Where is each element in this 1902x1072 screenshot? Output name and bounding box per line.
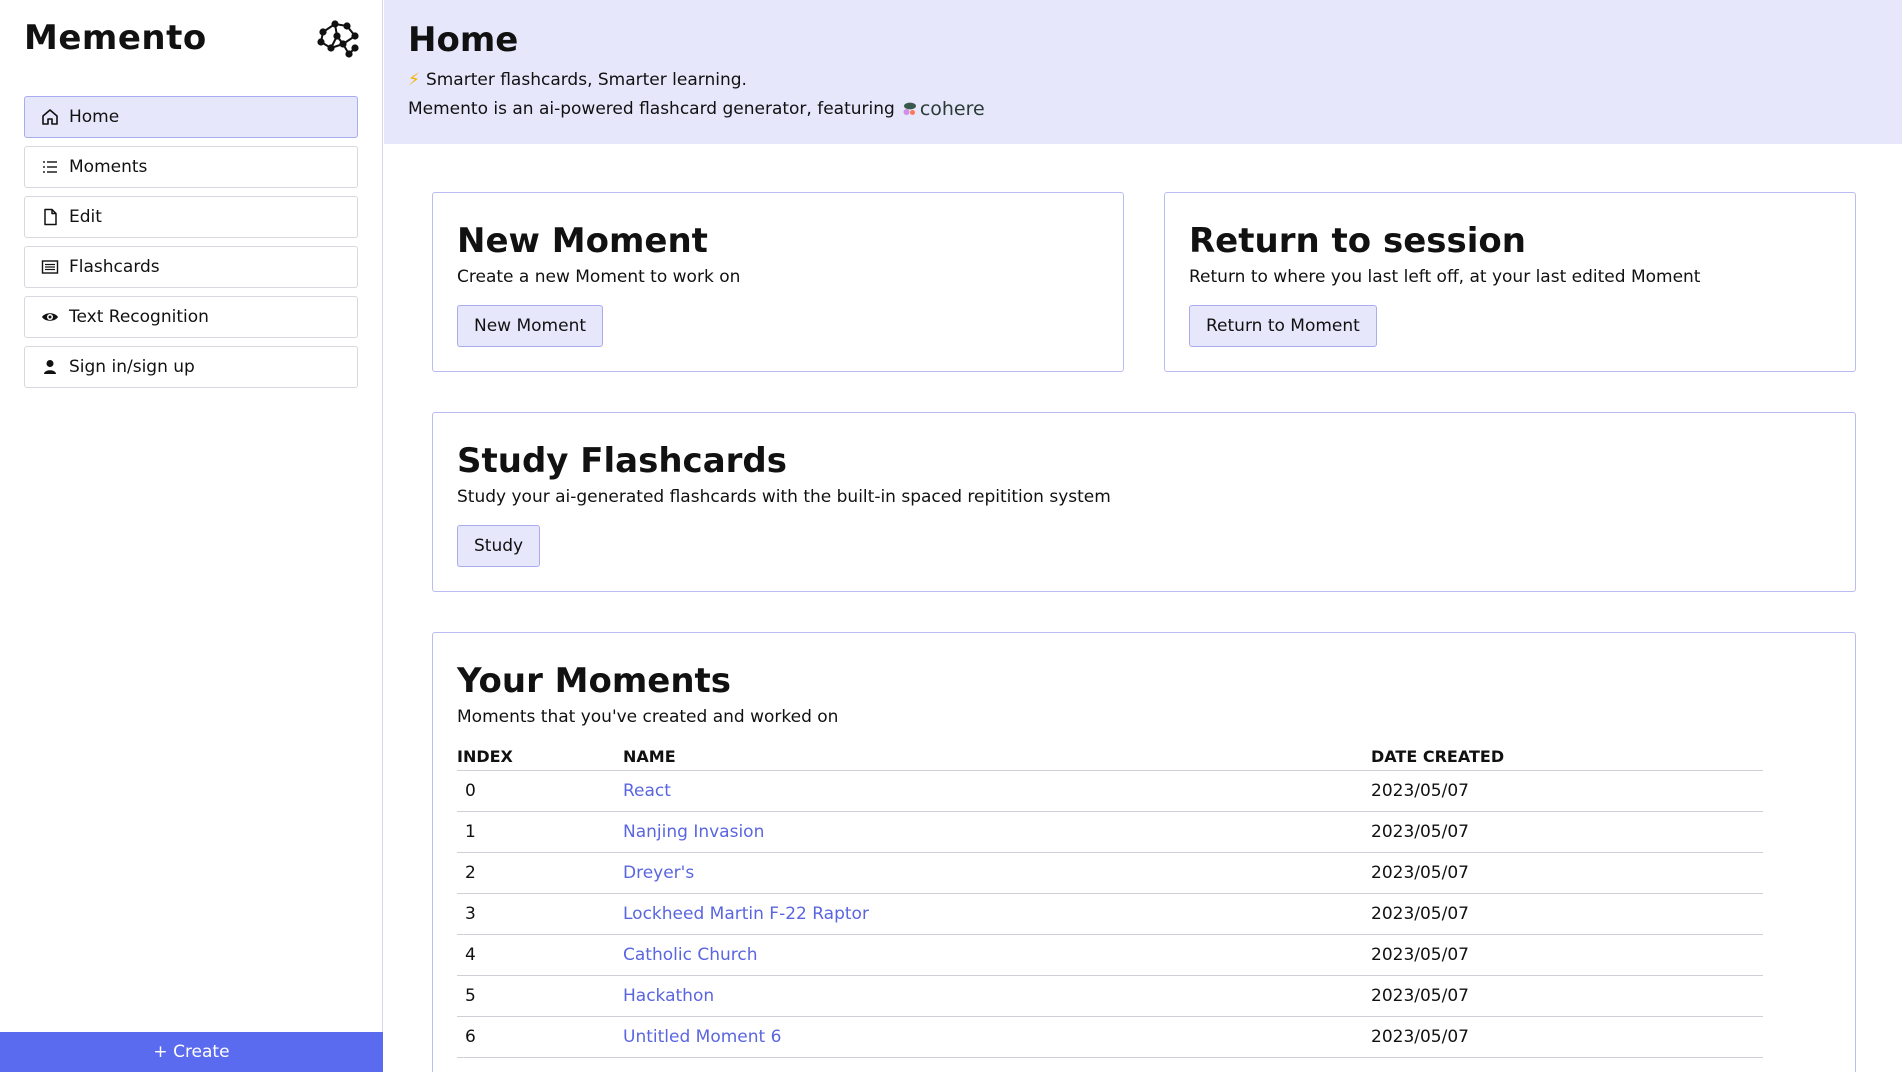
moment-link[interactable]: Dreyer's (623, 863, 694, 883)
tagline: ⚡ Smarter flashcards, Smarter learning. (408, 70, 1878, 90)
study-button[interactable]: Study (457, 525, 541, 567)
sidebar: Memento Home Moments Edit Flashcards Tex… (0, 0, 383, 1072)
new-moment-card: New Moment Create a new Moment to work o… (432, 192, 1124, 372)
home-icon (41, 108, 59, 126)
user-icon (41, 358, 59, 376)
cohere-logo: cohere (903, 98, 985, 120)
brand-title: Memento (24, 18, 207, 58)
sidebar-item-label: Text Recognition (69, 307, 209, 327)
sidebar-item-label: Sign in/sign up (69, 357, 195, 377)
eye-icon (41, 308, 59, 326)
moment-link[interactable]: Hackathon (623, 986, 714, 1006)
sidebar-item-label: Flashcards (69, 257, 160, 277)
card-title: Return to session (1189, 221, 1526, 261)
hero-banner: Home ⚡ Smarter flashcards, Smarter learn… (384, 0, 1902, 144)
moment-link[interactable]: Untitled Moment 6 (623, 1027, 781, 1047)
column-header-name: NAME (623, 745, 1371, 771)
brain-network-icon (317, 20, 359, 58)
return-session-card: Return to session Return to where you la… (1164, 192, 1856, 372)
sidebar-item-edit[interactable]: Edit (24, 196, 358, 238)
row-date: 2023/05/07 (1371, 1016, 1763, 1058)
page-title: Home (408, 20, 519, 60)
table-row: 5 Hackathon 2023/05/07 (457, 975, 1763, 1017)
row-date: 2023/05/07 (1371, 770, 1763, 812)
row-date: 2023/05/07 (1371, 811, 1763, 853)
row-date: 2023/05/07 (1371, 852, 1763, 894)
table-row: 3 Lockheed Martin F-22 Raptor 2023/05/07 (457, 893, 1763, 935)
row-date: 2023/05/07 (1371, 893, 1763, 935)
card-subtitle: Study your ai-generated flashcards with … (457, 487, 1111, 507)
main-content: Home ⚡ Smarter flashcards, Smarter learn… (384, 0, 1902, 1072)
sidebar-item-label: Home (69, 107, 120, 127)
study-card: Study Flashcards Study your ai-generated… (432, 412, 1856, 592)
row-date: 2023/05/07 (1371, 975, 1763, 1017)
moment-link[interactable]: Lockheed Martin F-22 Raptor (623, 904, 869, 924)
table-row: 6 Untitled Moment 6 2023/05/07 (457, 1016, 1763, 1058)
card-subtitle: Create a new Moment to work on (457, 267, 741, 287)
row-date: 2023/05/07 (1371, 934, 1763, 976)
document-icon (41, 208, 59, 226)
list-icon (41, 158, 59, 176)
your-moments-card: Your Moments Moments that you've created… (432, 632, 1856, 1072)
sidebar-item-moments[interactable]: Moments (24, 146, 358, 188)
sidebar-item-home[interactable]: Home (24, 96, 358, 138)
cohere-wordmark: cohere (919, 98, 985, 120)
row-index: 1 (457, 811, 623, 853)
column-header-date: DATE CREATED (1371, 745, 1763, 771)
row-index: 6 (457, 1016, 623, 1058)
row-index: 4 (457, 934, 623, 976)
table-row: 0 React 2023/05/07 (457, 770, 1763, 812)
description-text: Memento is an ai-powered flashcard gener… (408, 99, 895, 119)
cards-icon (41, 258, 59, 276)
card-subtitle: Moments that you've created and worked o… (457, 707, 839, 727)
create-button[interactable]: + Create (0, 1032, 383, 1072)
column-header-index: INDEX (457, 745, 623, 771)
tagline-text: Smarter flashcards, Smarter learning. (425, 70, 747, 90)
row-index: 0 (457, 770, 623, 812)
sidebar-nav: Home Moments Edit Flashcards Text Recogn… (24, 96, 358, 396)
card-title: New Moment (457, 221, 708, 261)
table-header-row: INDEX NAME DATE CREATED (457, 745, 1763, 771)
moment-link[interactable]: Nanjing Invasion (623, 822, 764, 842)
row-index: 2 (457, 852, 623, 894)
table-row: 2 Dreyer's 2023/05/07 (457, 852, 1763, 894)
sidebar-item-text-recognition[interactable]: Text Recognition (24, 296, 358, 338)
lightning-icon: ⚡ (408, 70, 420, 90)
table-row: 4 Catholic Church 2023/05/07 (457, 934, 1763, 976)
description: Memento is an ai-powered flashcard gener… (408, 98, 1878, 120)
return-to-moment-button[interactable]: Return to Moment (1189, 305, 1377, 347)
moments-table: INDEX NAME DATE CREATED 0 React 2023/05/… (457, 745, 1763, 1058)
card-title: Study Flashcards (457, 441, 787, 481)
table-row: 1 Nanjing Invasion 2023/05/07 (457, 811, 1763, 853)
sidebar-item-flashcards[interactable]: Flashcards (24, 246, 358, 288)
sidebar-item-label: Moments (69, 157, 148, 177)
sidebar-item-label: Edit (69, 207, 102, 227)
card-subtitle: Return to where you last left off, at yo… (1189, 267, 1701, 287)
moment-link[interactable]: React (623, 781, 671, 801)
moment-link[interactable]: Catholic Church (623, 945, 757, 965)
card-title: Your Moments (457, 661, 732, 701)
row-index: 5 (457, 975, 623, 1017)
cohere-mark-icon (903, 102, 916, 115)
row-index: 3 (457, 893, 623, 935)
new-moment-button[interactable]: New Moment (457, 305, 604, 347)
sidebar-item-sign-in[interactable]: Sign in/sign up (24, 346, 358, 388)
